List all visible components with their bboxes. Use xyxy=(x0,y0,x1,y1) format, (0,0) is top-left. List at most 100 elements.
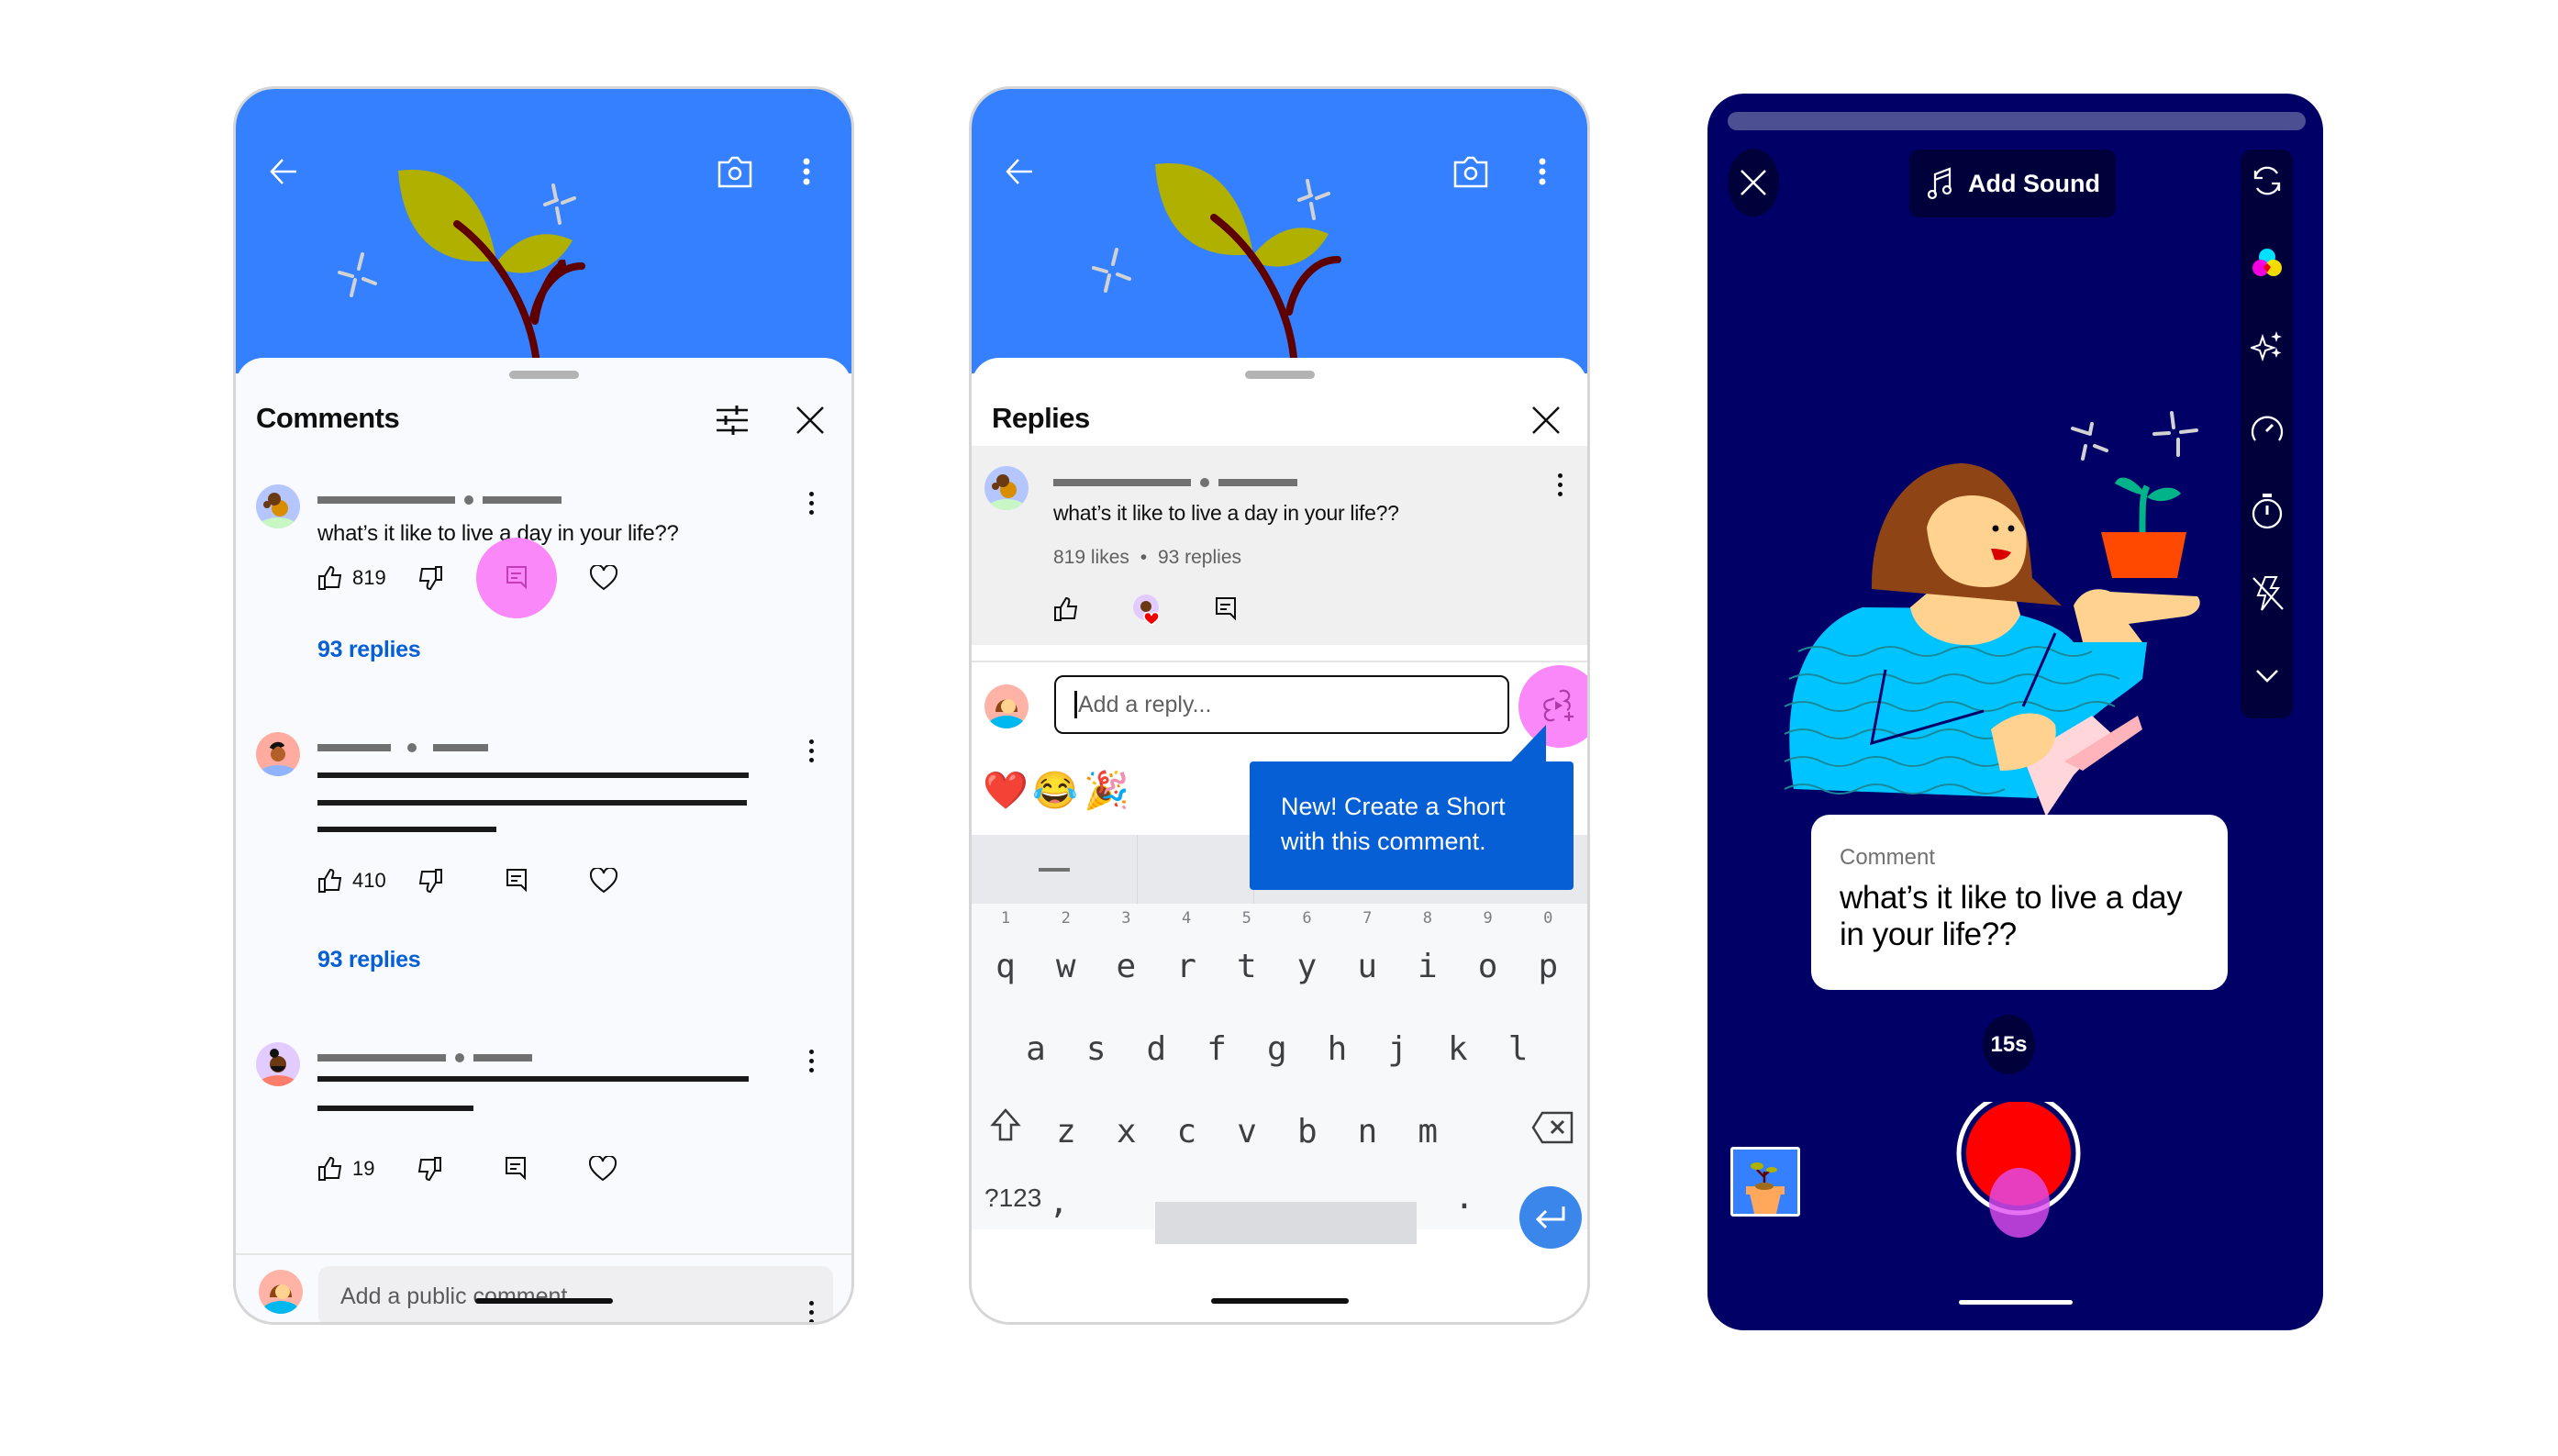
enter-key[interactable] xyxy=(1519,1186,1582,1249)
dislike-button[interactable] xyxy=(417,565,443,591)
keyboard-row-1: 1q2w3e4r5t6y7u8i9o0p xyxy=(972,909,1587,1003)
suggestion-slot[interactable] xyxy=(1137,835,1254,904)
key-n[interactable]: n xyxy=(1345,1113,1391,1150)
reply-button[interactable] xyxy=(506,868,528,894)
key-s[interactable]: s xyxy=(1073,1030,1119,1068)
avatar[interactable] xyxy=(256,484,300,528)
speed-button[interactable] xyxy=(2241,401,2293,456)
key-o[interactable]: 9o xyxy=(1465,909,1511,985)
back-button[interactable] xyxy=(992,144,1047,199)
space-key[interactable] xyxy=(1155,1202,1417,1244)
add-comment-input[interactable]: Add a public comment... xyxy=(318,1266,833,1322)
key-r[interactable]: 4r xyxy=(1163,909,1209,985)
heart-button[interactable] xyxy=(589,868,617,894)
period-key[interactable]: . xyxy=(1441,1179,1487,1217)
comment-sticker[interactable]: Comment what’s it like to live a day in … xyxy=(1811,815,2228,990)
comment-more-button[interactable] xyxy=(802,732,820,769)
key-x[interactable]: x xyxy=(1104,1113,1150,1150)
heart-button[interactable] xyxy=(589,1156,617,1182)
key-number-hint: 9 xyxy=(1483,909,1493,928)
key-number-hint: 0 xyxy=(1543,909,1553,928)
more-tools-button[interactable] xyxy=(2241,649,2293,704)
key-f[interactable]: f xyxy=(1194,1030,1240,1068)
like-button[interactable] xyxy=(1053,596,1079,622)
emoji-party[interactable]: 🎉 xyxy=(1084,769,1129,812)
key-h[interactable]: h xyxy=(1315,1030,1361,1068)
effects-button[interactable] xyxy=(2241,318,2293,373)
avatar[interactable] xyxy=(984,466,1029,510)
emoji-heart[interactable]: ❤️ xyxy=(983,769,1029,812)
view-replies-link[interactable]: 93 replies xyxy=(317,947,421,973)
flip-camera-button[interactable] xyxy=(2241,153,2293,208)
avatar[interactable] xyxy=(256,732,300,776)
key-j[interactable]: j xyxy=(1374,1030,1420,1068)
composer-more-button[interactable] xyxy=(802,1294,820,1322)
effects-icon xyxy=(2250,331,2282,362)
filter-button[interactable] xyxy=(710,398,754,442)
key-w[interactable]: 2w xyxy=(1043,909,1089,985)
back-button[interactable] xyxy=(256,144,311,199)
key-d[interactable]: d xyxy=(1133,1030,1179,1068)
comment-more-button[interactable] xyxy=(802,484,820,521)
stats-separator: • xyxy=(1140,547,1148,568)
comment-more-button[interactable] xyxy=(1551,466,1569,503)
gallery-thumbnail[interactable] xyxy=(1730,1147,1800,1217)
emoji-laugh[interactable]: 😂 xyxy=(1032,769,1078,812)
more-options-button[interactable] xyxy=(1515,144,1570,199)
key-b[interactable]: b xyxy=(1285,1113,1330,1150)
like-button[interactable]: 819 xyxy=(317,565,386,591)
like-button[interactable]: 410 xyxy=(317,868,386,894)
dislike-button[interactable] xyxy=(417,868,443,894)
comment-stats: 819 likes • 93 replies xyxy=(1053,547,1241,569)
key-p[interactable]: 0p xyxy=(1525,909,1571,985)
close-icon xyxy=(1532,406,1560,434)
key-z[interactable]: z xyxy=(1043,1113,1089,1150)
key-c[interactable]: c xyxy=(1163,1113,1209,1150)
key-i[interactable]: 8i xyxy=(1405,909,1451,985)
key-l[interactable]: l xyxy=(1496,1030,1541,1068)
flip-camera-icon xyxy=(2253,166,2280,195)
key-e[interactable]: 3e xyxy=(1103,909,1149,985)
heart-button[interactable] xyxy=(589,565,617,591)
drag-handle[interactable] xyxy=(508,371,579,379)
key-label: t xyxy=(1236,948,1257,985)
key-u[interactable]: 7u xyxy=(1344,909,1390,985)
camera-button[interactable] xyxy=(1443,144,1498,199)
close-camera-button[interactable] xyxy=(1728,149,1779,217)
close-button[interactable] xyxy=(1524,398,1568,442)
shift-key[interactable] xyxy=(983,1107,1029,1152)
view-replies-link[interactable]: 93 replies xyxy=(317,637,421,663)
tune-icon xyxy=(717,406,748,435)
flash-button[interactable] xyxy=(2241,566,2293,621)
key-k[interactable]: k xyxy=(1435,1030,1481,1068)
avatar[interactable] xyxy=(256,1042,300,1086)
comment-actions xyxy=(1053,591,1237,628)
comment-more-button[interactable] xyxy=(802,1042,820,1079)
close-button[interactable] xyxy=(788,398,832,442)
reply-button[interactable] xyxy=(1215,596,1237,622)
timer-button[interactable] xyxy=(2241,483,2293,539)
record-button[interactable] xyxy=(1956,1102,2081,1239)
backspace-key[interactable] xyxy=(1527,1111,1578,1152)
key-g[interactable]: g xyxy=(1254,1030,1300,1068)
add-sound-button[interactable]: Add Sound xyxy=(1909,150,2116,217)
suggestion-slot[interactable] xyxy=(972,835,1138,904)
dislike-button[interactable] xyxy=(417,1156,442,1182)
add-reply-input[interactable]: Add a reply... xyxy=(1054,675,1509,734)
key-q[interactable]: 1q xyxy=(983,909,1029,985)
reply-button[interactable] xyxy=(475,538,557,618)
color-filter-icon xyxy=(2252,249,2282,276)
drag-handle[interactable] xyxy=(1244,371,1315,379)
key-a[interactable]: a xyxy=(1013,1030,1059,1068)
more-options-button[interactable] xyxy=(779,144,834,199)
key-y[interactable]: 6y xyxy=(1285,909,1330,985)
duration-toggle[interactable]: 15s xyxy=(1983,1015,2035,1074)
key-v[interactable]: v xyxy=(1224,1113,1270,1150)
like-button[interactable]: 19 xyxy=(317,1156,374,1182)
key-t[interactable]: 5t xyxy=(1224,909,1270,985)
comma-key[interactable]: , xyxy=(1036,1184,1082,1221)
camera-button[interactable] xyxy=(707,144,762,199)
key-m[interactable]: m xyxy=(1405,1113,1451,1150)
filters-button[interactable] xyxy=(2241,236,2293,291)
reply-button[interactable] xyxy=(505,1156,527,1182)
